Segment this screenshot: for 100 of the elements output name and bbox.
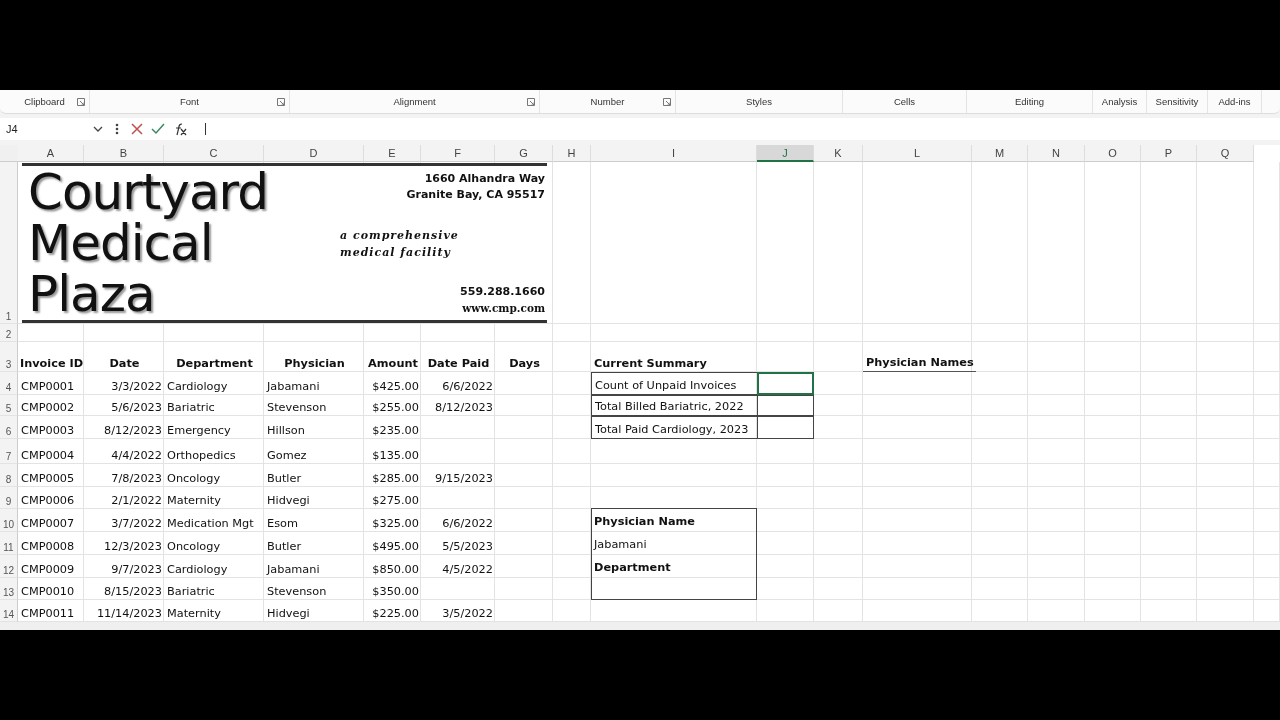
column-header[interactable]: L <box>863 145 972 162</box>
table-cell-text: 6/6/2022 <box>441 516 494 532</box>
table-cell-text: Jabamani <box>265 379 321 395</box>
row-header[interactable]: 2 <box>0 324 18 342</box>
column-header[interactable]: Q <box>1197 145 1254 162</box>
section-title: Current Summary <box>593 356 708 372</box>
table-cell-text: Butler <box>266 539 303 555</box>
group-label: Clipboard <box>24 96 65 107</box>
table-cell-text: CMP0002 <box>20 400 76 416</box>
row-header[interactable]: 14 <box>0 600 18 622</box>
column-header[interactable]: F <box>421 145 495 162</box>
row-header[interactable]: 11 <box>0 532 18 555</box>
table-cell-text: 2/1/2022 <box>110 493 163 509</box>
group-label: Sensitivity <box>1155 96 1199 107</box>
table-cell-text: Cardiology <box>166 562 229 578</box>
row-header[interactable]: 3 <box>0 342 18 372</box>
value-cell[interactable] <box>757 372 814 395</box>
table-cell-text: Bariatric <box>166 400 216 416</box>
column-header[interactable]: O <box>1085 145 1141 162</box>
dialog-launcher-icon[interactable] <box>663 98 671 106</box>
row-header[interactable]: 1 <box>0 162 18 324</box>
group-label: Analysis <box>1101 96 1138 107</box>
dialog-launcher-icon[interactable] <box>77 98 85 106</box>
group-label: Add-ins <box>1218 96 1251 107</box>
check-icon[interactable] <box>151 123 165 135</box>
table-cell-text: Orthopedics <box>166 448 237 464</box>
row-header[interactable]: 5 <box>0 395 18 416</box>
address-line: Granite Bay, CA 95517 <box>406 187 545 203</box>
column-header[interactable]: E <box>364 145 421 162</box>
summary-label: Total Paid Cardiology, 2023 <box>591 416 757 439</box>
logo-word: Plaza <box>28 268 156 320</box>
address-line: 1660 Alhandra Way <box>424 171 545 187</box>
table-cell-text: $425.00 <box>371 379 420 395</box>
table-cell-text: $225.00 <box>371 606 420 622</box>
more-options-icon[interactable] <box>115 123 119 135</box>
table-cell-text: $235.00 <box>371 423 420 439</box>
column-header[interactable]: H <box>553 145 591 162</box>
table-cell-text: 6/6/2022 <box>441 379 494 395</box>
table-cell-text: 8/12/2023 <box>103 423 163 439</box>
summary-label: Total Billed Bariatric, 2022 <box>591 395 757 416</box>
dialog-launcher-icon[interactable] <box>277 98 285 106</box>
table-cell-text: CMP0008 <box>20 539 76 555</box>
table-cell-text: 4/5/2022 <box>441 562 494 578</box>
table-cell-text: CMP0006 <box>20 493 76 509</box>
row-header[interactable]: 9 <box>0 487 18 509</box>
value-cell[interactable] <box>757 416 814 439</box>
table-cell-text: 5/6/2023 <box>110 400 163 416</box>
column-header[interactable]: K <box>814 145 863 162</box>
row-header[interactable]: 4 <box>0 372 18 395</box>
table-cell-text: Oncology <box>166 539 222 555</box>
column-heading: Physician <box>283 356 346 372</box>
table-cell-text: $325.00 <box>371 516 420 532</box>
column-heading: Date Paid <box>426 356 491 372</box>
column-header[interactable]: C <box>164 145 264 162</box>
table-cell-text: Hillson <box>266 423 306 439</box>
table-cell-text: Emergency <box>166 423 232 439</box>
panel-text: Physician Name <box>593 514 696 530</box>
table-cell-text: Gomez <box>266 448 308 464</box>
column-header[interactable]: J <box>757 145 814 162</box>
table-cell-text: 11/14/2023 <box>95 606 163 622</box>
column-header[interactable]: N <box>1028 145 1085 162</box>
table-cell-text: CMP0001 <box>20 379 76 395</box>
row-header[interactable]: 7 <box>0 439 18 464</box>
column-header[interactable]: M <box>972 145 1028 162</box>
table-cell-text: $135.00 <box>371 448 420 464</box>
column-heading: Days <box>508 356 541 372</box>
table-cell-text: Medication Mgt <box>166 516 255 532</box>
row-header[interactable]: 8 <box>0 464 18 487</box>
table-cell-text: $275.00 <box>371 493 420 509</box>
table-cell-text: 9/15/2023 <box>434 471 494 487</box>
table-cell-text: Maternity <box>166 606 222 622</box>
column-header[interactable]: A <box>18 145 84 162</box>
cancel-icon[interactable] <box>131 123 143 135</box>
column-header[interactable]: B <box>84 145 164 162</box>
column-header[interactable]: I <box>591 145 757 162</box>
column-heading: Invoice ID <box>18 356 84 372</box>
function-icon[interactable] <box>173 122 187 136</box>
table-cell-text: CMP0007 <box>20 516 76 532</box>
table-cell-text: 5/5/2023 <box>441 539 494 555</box>
row-header[interactable]: 12 <box>0 555 18 578</box>
text-cursor <box>205 123 206 135</box>
value-cell[interactable] <box>757 395 814 416</box>
table-cell-text: 8/15/2023 <box>103 584 163 600</box>
row-header[interactable]: 13 <box>0 578 18 600</box>
table-cell-text: 9/7/2023 <box>110 562 163 578</box>
row-header[interactable]: 10 <box>0 509 18 532</box>
table-cell-text: Stevenson <box>266 584 328 600</box>
group-label: Font <box>180 96 199 107</box>
column-header[interactable]: P <box>1141 145 1197 162</box>
row-header[interactable]: 6 <box>0 416 18 439</box>
tagline: a comprehensive <box>340 227 459 244</box>
dialog-launcher-icon[interactable] <box>527 98 535 106</box>
column-header[interactable]: D <box>264 145 364 162</box>
table-cell-text: CMP0004 <box>20 448 76 464</box>
logo-word: Courtyard <box>28 166 268 218</box>
table-cell-text: $255.00 <box>371 400 420 416</box>
column-header[interactable]: G <box>495 145 553 162</box>
table-cell-text: CMP0009 <box>20 562 76 578</box>
table-cell-text: $495.00 <box>371 539 420 555</box>
table-cell-text: $285.00 <box>371 471 420 487</box>
